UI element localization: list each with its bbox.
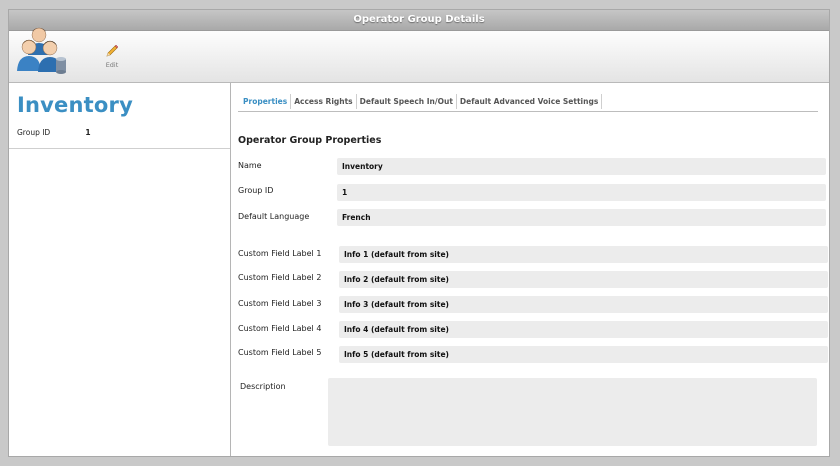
tab-access-rights[interactable]: Access Rights <box>291 94 357 109</box>
main-panel: Properties Access Rights Default Speech … <box>238 83 828 456</box>
pencil-icon <box>106 44 119 57</box>
custom-field-label-2: Custom Field Label 2 <box>238 273 322 282</box>
edit-label: Edit <box>105 61 119 69</box>
name-field[interactable]: Inventory <box>337 158 826 175</box>
custom-field-input-1[interactable]: Info 1 (default from site) <box>339 246 828 263</box>
tab-bar: Properties Access Rights Default Speech … <box>238 94 818 112</box>
sidebar: Inventory Group ID 1 <box>9 83 231 456</box>
name-label: Name <box>238 161 262 170</box>
description-textarea[interactable] <box>328 378 817 446</box>
tab-default-speech[interactable]: Default Speech In/Out <box>357 94 457 109</box>
operator-group-icon <box>17 27 66 74</box>
custom-field-input-3[interactable]: Info 3 (default from site) <box>339 296 828 313</box>
custom-field-label-1: Custom Field Label 1 <box>238 249 322 258</box>
sidebar-group-id-label: Group ID <box>17 128 51 137</box>
group-name-heading: Inventory <box>17 93 133 117</box>
custom-field-input-2[interactable]: Info 2 (default from site) <box>339 271 828 288</box>
window-title: Operator Group Details <box>9 10 829 31</box>
section-title: Operator Group Properties <box>238 135 382 146</box>
description-label: Description <box>240 382 286 391</box>
custom-field-input-5[interactable]: Info 5 (default from site) <box>339 346 828 363</box>
default-language-field[interactable]: French <box>337 209 826 226</box>
sidebar-group-id: Group ID 1 <box>17 126 230 140</box>
operator-group-details-window: Operator Group Details Edit Inventory Gr… <box>8 9 830 457</box>
custom-field-input-4[interactable]: Info 4 (default from site) <box>339 321 828 338</box>
group-id-field[interactable]: 1 <box>337 184 826 201</box>
edit-button[interactable]: Edit <box>99 43 125 69</box>
tab-advanced-voice-settings[interactable]: Default Advanced Voice Settings <box>457 94 603 109</box>
custom-field-label-4: Custom Field Label 4 <box>238 324 322 333</box>
default-language-label: Default Language <box>238 212 310 221</box>
sidebar-group-id-value: 1 <box>85 128 91 137</box>
toolbar: Edit <box>9 27 829 83</box>
tab-properties[interactable]: Properties <box>238 94 292 109</box>
custom-field-label-5: Custom Field Label 5 <box>238 348 322 357</box>
sidebar-divider <box>9 148 230 149</box>
group-id-label: Group ID <box>238 186 274 195</box>
custom-field-label-3: Custom Field Label 3 <box>238 299 322 308</box>
